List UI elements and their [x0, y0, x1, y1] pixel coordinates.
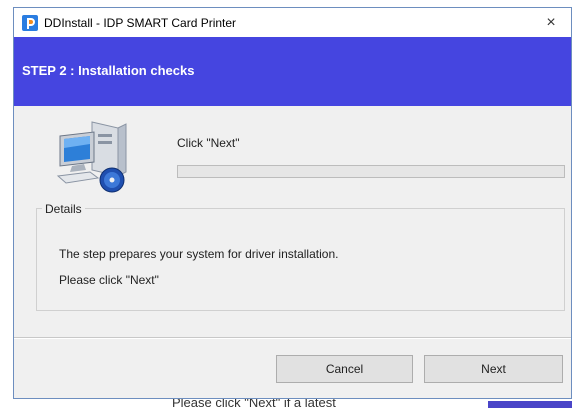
details-legend: Details — [42, 202, 85, 216]
cancel-button[interactable]: Cancel — [276, 355, 413, 383]
title-bar[interactable]: DDInstall - IDP SMART Card Printer × — [14, 8, 571, 37]
footer-separator — [14, 337, 571, 339]
close-icon: × — [546, 13, 556, 31]
installer-window: DDInstall - IDP SMART Card Printer × STE… — [13, 7, 572, 399]
progress-bar — [177, 165, 565, 178]
step-title: STEP 2 : Installation checks — [22, 63, 195, 78]
background-accent-bar — [488, 401, 572, 408]
idp-logo-icon — [22, 14, 38, 31]
details-group: Details The step prepares your system fo… — [36, 202, 565, 311]
instruction-text: Click "Next" — [177, 136, 240, 150]
window-title: DDInstall - IDP SMART Card Printer — [44, 15, 237, 30]
details-line: Please click "Next" — [59, 273, 159, 287]
details-line: The step prepares your system for driver… — [59, 247, 339, 261]
close-button[interactable]: × — [531, 8, 571, 37]
next-button[interactable]: Next — [424, 355, 563, 383]
step-banner: STEP 2 : Installation checks — [14, 37, 571, 106]
computer-install-icon — [54, 118, 134, 194]
